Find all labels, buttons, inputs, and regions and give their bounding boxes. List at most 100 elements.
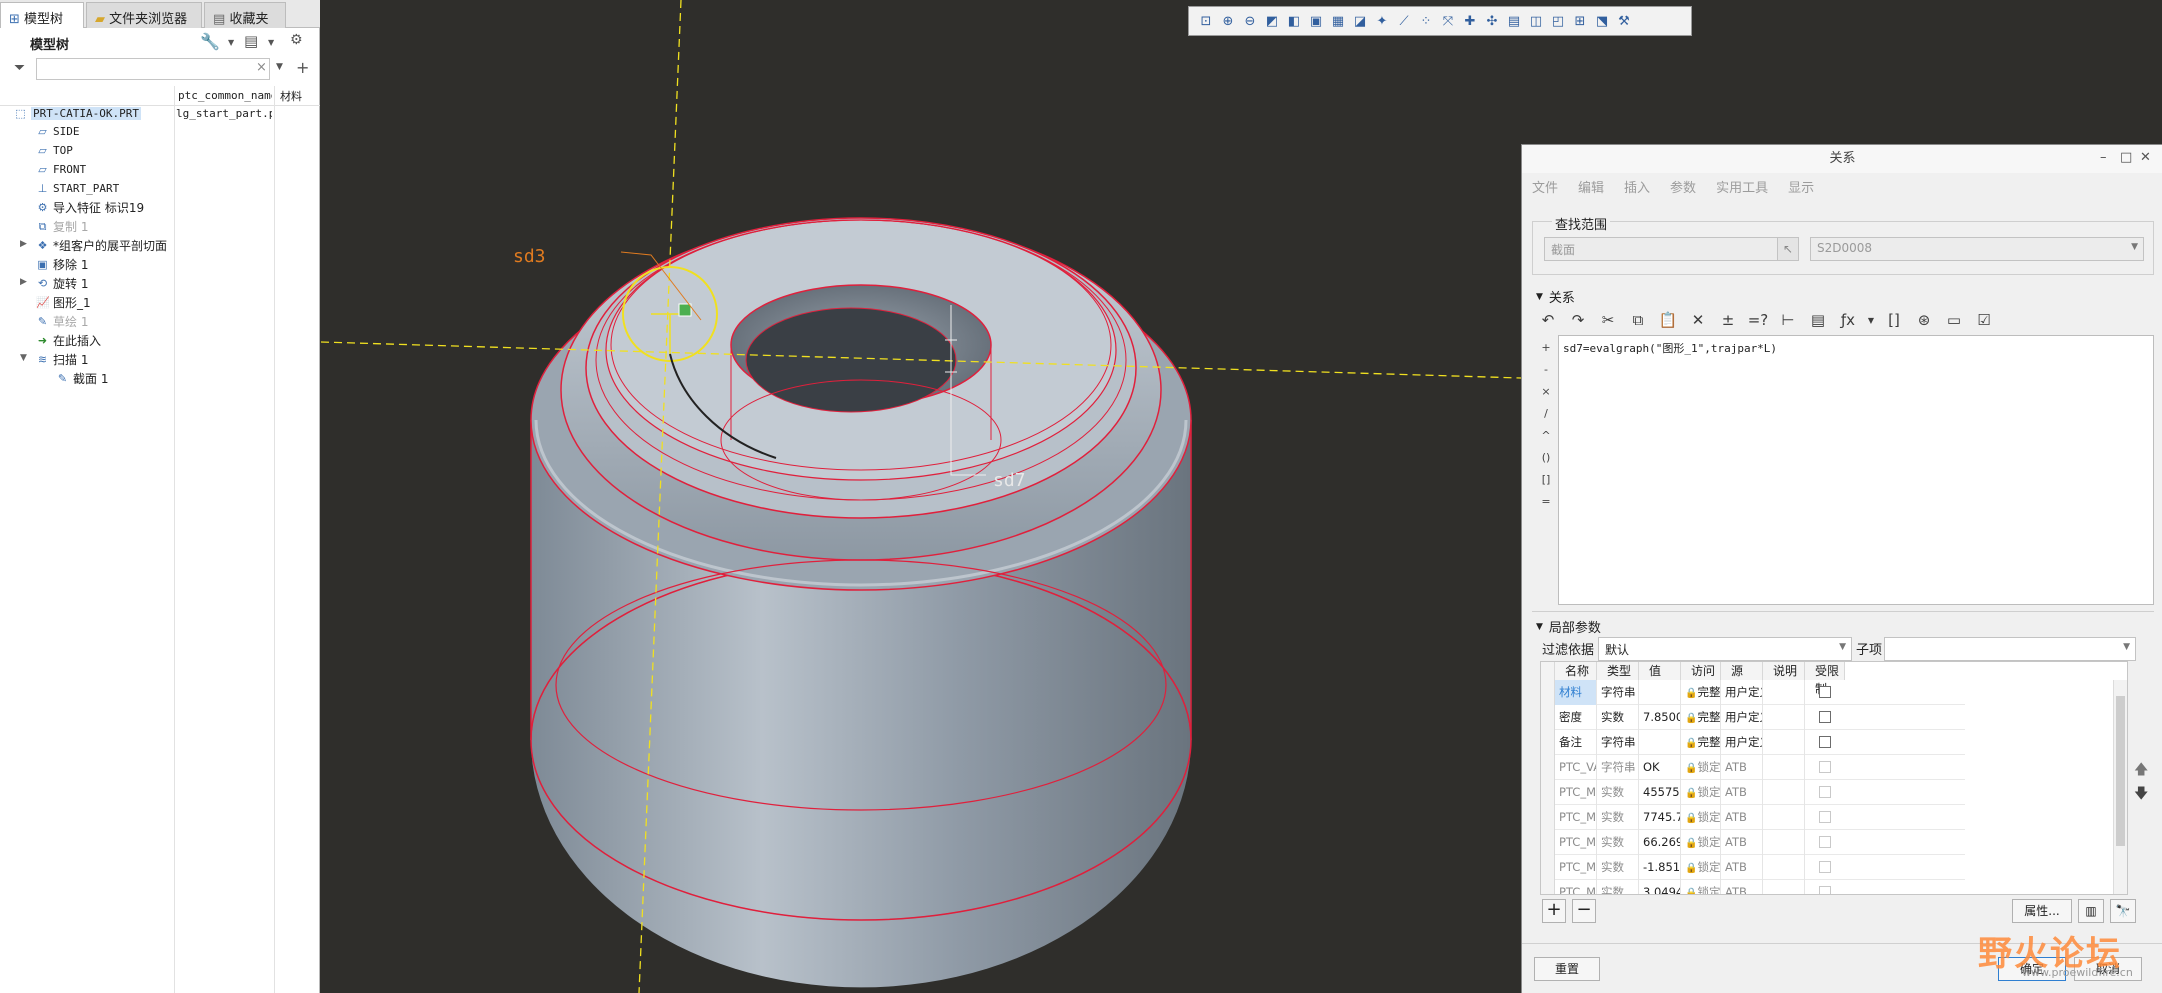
table-cell-value[interactable]	[1639, 680, 1681, 705]
menu-parameters[interactable]: 参数	[1670, 177, 1696, 196]
tree-settings-icon[interactable]: 🔧	[200, 32, 220, 51]
column-header[interactable]: 名称	[1555, 662, 1597, 680]
saved-views-icon[interactable]: ▣	[1305, 10, 1327, 32]
menu-edit[interactable]: 编辑	[1578, 177, 1604, 196]
switch-dimensions-icon[interactable]: ±	[1716, 308, 1740, 332]
minimize-icon[interactable]: –	[2100, 150, 2107, 165]
table-cell-value[interactable]	[1639, 730, 1681, 755]
table-cell-value[interactable]: 7.850000	[1639, 705, 1681, 730]
table-row[interactable]: PTC_MP_V实数7745.796🔒锁定ATB	[1555, 805, 1965, 830]
menu-utilities[interactable]: 实用工具	[1716, 177, 1768, 196]
tree-filter-settings-icon[interactable]: ⚙	[290, 32, 303, 48]
unit-sensitive-icon[interactable]: ⊛	[1912, 308, 1936, 332]
menu-insert[interactable]: 插入	[1624, 177, 1650, 196]
table-row[interactable]: PTC_MP_V实数66.26976🔒锁定ATB	[1555, 830, 1965, 855]
select-from-list-icon[interactable]: ▤	[1806, 308, 1830, 332]
restricted-checkbox[interactable]	[1819, 711, 1831, 723]
annotation-display-icon[interactable]: ✚	[1459, 10, 1481, 32]
scrollbar-thumb[interactable]	[2116, 696, 2125, 846]
insert-dimension-icon[interactable]: ⊢	[1776, 308, 1800, 332]
dimension-label-sd7[interactable]: sd7	[993, 470, 1026, 491]
table-cell-description[interactable]	[1763, 805, 1805, 830]
paste-icon[interactable]: 📋	[1656, 308, 1680, 332]
table-row[interactable]: PTC_MP_V实数3.049482🔒锁定ATB	[1555, 880, 1965, 894]
table-row[interactable]: PTC_MP_V实数-1.85131🔒锁定ATB	[1555, 855, 1965, 880]
orient-icon[interactable]: ⬔	[1591, 10, 1613, 32]
column-header[interactable]: 受限制	[1805, 662, 1845, 696]
filter-select[interactable]: 默认 ▼	[1598, 637, 1852, 661]
reset-button[interactable]: 重置	[1534, 957, 1600, 981]
table-cell-description[interactable]	[1763, 755, 1805, 780]
tab-folder-browser[interactable]: ▰ 文件夹浏览器	[86, 2, 202, 28]
operator-button[interactable]: =	[1541, 495, 1550, 511]
tab-model-tree[interactable]: ⊞ 模型树	[0, 2, 84, 28]
table-cell-value[interactable]: OK	[1639, 755, 1681, 780]
operator-button[interactable]: ()	[1542, 451, 1551, 467]
table-view-icon[interactable]: ▥	[2078, 899, 2104, 923]
plane-display-icon[interactable]: ✦	[1371, 10, 1393, 32]
clear-search-icon[interactable]: ×	[256, 60, 267, 75]
scope-type-select[interactable]: 截面 ▼	[1544, 237, 1790, 261]
operator-button[interactable]: /	[1544, 407, 1548, 423]
tree-item[interactable]: ⊥ START_PART	[36, 179, 120, 197]
perspective-icon[interactable]: ◪	[1349, 10, 1371, 32]
tree-item[interactable]: ✎ 草绘 1	[36, 312, 89, 330]
relations-editor[interactable]: sd7=evalgraph("图形_1",trajpar*L)	[1558, 335, 2154, 605]
operator-button[interactable]: []	[1542, 473, 1551, 489]
move-up-icon[interactable]: 🡅	[2134, 759, 2148, 783]
message-icon[interactable]: ◰	[1547, 10, 1569, 32]
zoom-out-icon[interactable]: ⊖	[1239, 10, 1261, 32]
function-icon[interactable]: ƒx	[1836, 308, 1860, 332]
tree-item[interactable]: ▱ TOP	[36, 141, 73, 159]
evaluate-icon[interactable]: =?	[1746, 308, 1770, 332]
search-input[interactable]	[36, 58, 270, 80]
chevron-down-icon[interactable]: ▼	[228, 38, 234, 47]
table-cell-value[interactable]: 45575.21	[1639, 780, 1681, 805]
table-cell-description[interactable]	[1763, 780, 1805, 805]
restricted-checkbox[interactable]	[1819, 736, 1831, 748]
column-header[interactable]: 源	[1721, 662, 1763, 680]
dimension-label-sd3[interactable]: sd3	[513, 246, 546, 267]
layers-icon[interactable]: ▤	[1503, 10, 1525, 32]
relations-section-header[interactable]: ▼ 关系	[1536, 287, 1575, 306]
tree-expander-icon[interactable]: ▶	[20, 277, 27, 287]
menu-file[interactable]: 文件	[1532, 177, 1558, 196]
bracket-icon[interactable]: []	[1882, 308, 1906, 332]
redo-icon[interactable]: ↷	[1566, 308, 1590, 332]
table-cell-description[interactable]	[1763, 880, 1805, 894]
tree-item[interactable]: ⚙ 导入特征 标识19	[36, 198, 145, 216]
table-cell-description[interactable]	[1763, 830, 1805, 855]
tree-item[interactable]: ⧉ 复制 1	[36, 217, 89, 235]
tree-item[interactable]: ▱ FRONT	[36, 160, 86, 178]
cut-icon[interactable]: ✂	[1596, 308, 1620, 332]
select-pointer-icon[interactable]: ↖	[1777, 237, 1799, 261]
operator-button[interactable]: ^	[1541, 429, 1550, 445]
zoom-window-icon[interactable]: ⊞	[1569, 10, 1591, 32]
table-row[interactable]: 材料字符串 🔒完整用户定义	[1555, 680, 1965, 705]
tree-item[interactable]: ⟲ 旋转 1	[36, 274, 89, 292]
column-header[interactable]: 类型	[1597, 662, 1639, 680]
tree-item[interactable]: ▣ 移除 1	[36, 255, 88, 273]
tree-item[interactable]: ▱ SIDE	[36, 122, 79, 140]
operator-button[interactable]: -	[1544, 363, 1548, 379]
view-manager-icon[interactable]: ▦	[1327, 10, 1349, 32]
column-header[interactable]: 值	[1639, 662, 1681, 680]
move-down-icon[interactable]: 🡇	[2134, 783, 2148, 807]
zoom-in-icon[interactable]: ⊕	[1217, 10, 1239, 32]
column-header[interactable]: 访问	[1681, 662, 1721, 680]
show-columns-icon[interactable]: ▤	[244, 32, 258, 50]
sort-relations-icon[interactable]: ▭	[1942, 308, 1966, 332]
column-header[interactable]: ptc_common_name	[178, 89, 272, 102]
repaint-icon[interactable]: ◩	[1261, 10, 1283, 32]
refit-icon[interactable]: ⊡	[1195, 10, 1217, 32]
verify-icon[interactable]: ☑	[1972, 308, 1996, 332]
shade-icon[interactable]: ◫	[1525, 10, 1547, 32]
tree-item[interactable]: ✎ 截面 1	[56, 369, 109, 387]
tree-item[interactable]: 📈 图形_1	[36, 293, 91, 311]
table-cell-description[interactable]	[1763, 855, 1805, 880]
graphics-area[interactable]: sd3 sd7	[321, 0, 1521, 993]
scope-item-select[interactable]: S2D0008 ▼	[1810, 237, 2144, 261]
tools-icon[interactable]: ⚒	[1613, 10, 1635, 32]
scrollbar[interactable]	[2113, 680, 2127, 894]
table-cell-description[interactable]	[1763, 705, 1805, 730]
